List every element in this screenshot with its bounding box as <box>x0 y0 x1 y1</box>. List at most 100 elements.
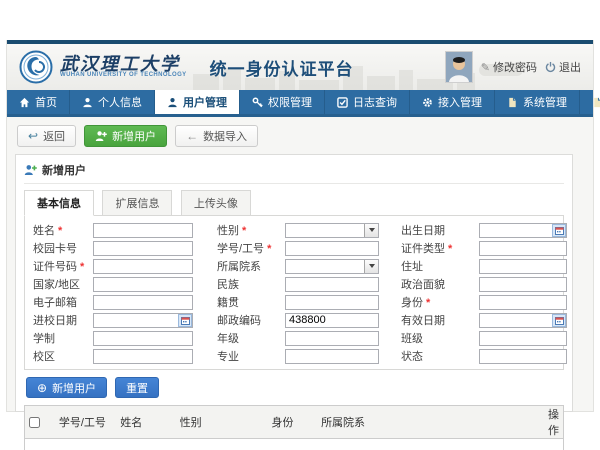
tab-basic-info[interactable]: 基本信息 <box>24 190 94 216</box>
nav-tab-user-management[interactable]: 用户管理 <box>155 90 240 114</box>
dropdown-button[interactable] <box>364 260 378 273</box>
toolbar: ↩ 返回 新增用户 ← 数据导入 <box>17 125 585 147</box>
home-icon <box>19 97 30 108</box>
field-label-id-type: 证件类型* <box>379 240 479 256</box>
identity-input[interactable] <box>479 295 567 310</box>
col-department: 所属院系 <box>317 406 544 439</box>
chevron-down-icon <box>369 264 375 268</box>
id-type-input[interactable] <box>479 241 567 256</box>
header: 武汉理工大学 WUHAN UNIVERSITY OF TECHNOLOGY 统一… <box>7 44 593 90</box>
col-actions: 操作 <box>544 406 564 439</box>
political-status-input[interactable] <box>479 277 567 292</box>
panel-title: 新增用户 <box>42 162 86 178</box>
nav-tab-profile[interactable]: 个人信息 <box>70 90 155 114</box>
person-plus-icon <box>24 164 37 176</box>
change-password-link[interactable]: ✎ 修改密码 <box>481 59 537 75</box>
nav-tab-subscription[interactable]: 订阅管理 <box>580 90 600 114</box>
user-list-table: 学号/工号 姓名 性别 身份 所属院系 操作 <box>24 405 564 450</box>
country-input[interactable] <box>93 277 193 292</box>
field-label-entry-date: 进校日期 <box>29 312 93 328</box>
submit-label: 新增用户 <box>52 380 96 396</box>
field-label-native-place: 籍贯 <box>193 294 285 310</box>
nav-label: 用户管理 <box>183 94 227 110</box>
field-label-class: 班级 <box>379 330 479 346</box>
postal-code-input[interactable] <box>285 313 379 328</box>
new-user-panel: 新增用户 基本信息 扩展信息 上传头像 姓名* 性别* 出生日期 校园卡号 <box>15 154 573 412</box>
undo-arrow-icon: ↩ <box>28 130 38 142</box>
field-label-gender: 性别* <box>193 222 285 238</box>
nav-tab-system[interactable]: 系统管理 <box>495 90 580 114</box>
university-logo-icon <box>19 50 53 84</box>
logout-label: 退出 <box>559 59 581 75</box>
student-id-input[interactable] <box>285 241 379 256</box>
dropdown-button[interactable] <box>364 224 378 237</box>
nav-tab-logs[interactable]: 日志查询 <box>325 90 410 114</box>
empty-table-row <box>25 439 564 450</box>
field-label-major: 专业 <box>193 348 285 364</box>
col-gender: 性别 <box>176 406 268 439</box>
submit-add-user-button[interactable]: ⊕ 新增用户 <box>26 377 107 398</box>
duration-input[interactable] <box>93 331 193 346</box>
campus-card-input[interactable] <box>93 241 193 256</box>
email-input[interactable] <box>93 295 193 310</box>
add-user-toolbar-button[interactable]: 新增用户 <box>84 125 167 147</box>
chevron-down-icon <box>369 228 375 232</box>
reset-button[interactable]: 重置 <box>115 377 159 398</box>
calendar-icon <box>181 316 190 325</box>
add-user-label: 新增用户 <box>112 128 156 144</box>
address-input[interactable] <box>479 259 567 274</box>
logout-link[interactable]: 退出 <box>545 59 581 75</box>
data-import-button[interactable]: ← 数据导入 <box>175 125 258 147</box>
col-identity: 身份 <box>268 406 318 439</box>
campus-input[interactable] <box>93 349 193 364</box>
nav-tab-access[interactable]: 接入管理 <box>410 90 495 114</box>
nav-label: 接入管理 <box>438 94 482 110</box>
gear-icon <box>422 97 433 108</box>
calendar-button[interactable] <box>552 314 566 327</box>
field-label-address: 住址 <box>379 258 479 274</box>
back-button[interactable]: ↩ 返回 <box>17 125 76 147</box>
field-label-email: 电子邮箱 <box>29 294 93 310</box>
nav-label: 首页 <box>35 94 57 110</box>
person-icon <box>167 97 178 108</box>
major-input[interactable] <box>285 349 379 364</box>
power-icon <box>545 61 556 73</box>
table-header-row: 学号/工号 姓名 性别 身份 所属院系 操作 <box>25 406 564 439</box>
university-name-en: WUHAN UNIVERSITY OF TECHNOLOGY <box>60 72 187 78</box>
basic-info-form: 姓名* 性别* 出生日期 校园卡号 学号/工号* 证件类型* 证件号码* <box>24 215 564 370</box>
app-window: 武汉理工大学 WUHAN UNIVERSITY OF TECHNOLOGY 统一… <box>6 40 594 412</box>
name-input[interactable] <box>93 223 193 238</box>
field-label-status: 状态 <box>379 348 479 364</box>
calendar-icon <box>555 316 564 325</box>
field-label-duration: 学制 <box>29 330 93 346</box>
nav-tab-home[interactable]: 首页 <box>7 90 70 114</box>
university-name-block: 武汉理工大学 WUHAN UNIVERSITY OF TECHNOLOGY <box>60 57 187 78</box>
status-input[interactable] <box>479 349 567 364</box>
header-right: ✎ 修改密码 退出 <box>445 51 581 83</box>
calendar-button[interactable] <box>552 224 566 237</box>
native-place-input[interactable] <box>285 295 379 310</box>
nav-label: 权限管理 <box>268 94 312 110</box>
file-icon <box>592 97 600 108</box>
field-label-id-number: 证件号码* <box>29 258 93 274</box>
ethnicity-input[interactable] <box>285 277 379 292</box>
nav-tab-permissions[interactable]: 权限管理 <box>240 90 325 114</box>
tab-extended-info[interactable]: 扩展信息 <box>102 190 172 216</box>
content-area: ↩ 返回 新增用户 ← 数据导入 <box>7 117 593 412</box>
left-arrow-icon: ← <box>186 130 198 142</box>
form-tabs: 基本信息 扩展信息 上传头像 <box>24 190 564 216</box>
panel-title-row: 新增用户 <box>24 162 564 184</box>
class-input[interactable] <box>479 331 567 346</box>
tab-upload-avatar[interactable]: 上传头像 <box>181 190 251 216</box>
col-name: 姓名 <box>116 406 175 439</box>
main-nav: 首页 个人信息 用户管理 权限管理 <box>7 90 593 117</box>
grade-input[interactable] <box>285 331 379 346</box>
screenshot-canvas: 武汉理工大学 WUHAN UNIVERSITY OF TECHNOLOGY 统一… <box>0 0 600 450</box>
nav-label: 日志查询 <box>353 94 397 110</box>
university-name: 武汉理工大学 <box>60 57 187 72</box>
calendar-button[interactable] <box>178 314 192 327</box>
select-all-checkbox[interactable] <box>29 417 40 428</box>
field-label-political-status: 政治面貌 <box>379 276 479 292</box>
id-number-input[interactable] <box>93 259 193 274</box>
field-label-valid-date: 有效日期 <box>379 312 479 328</box>
